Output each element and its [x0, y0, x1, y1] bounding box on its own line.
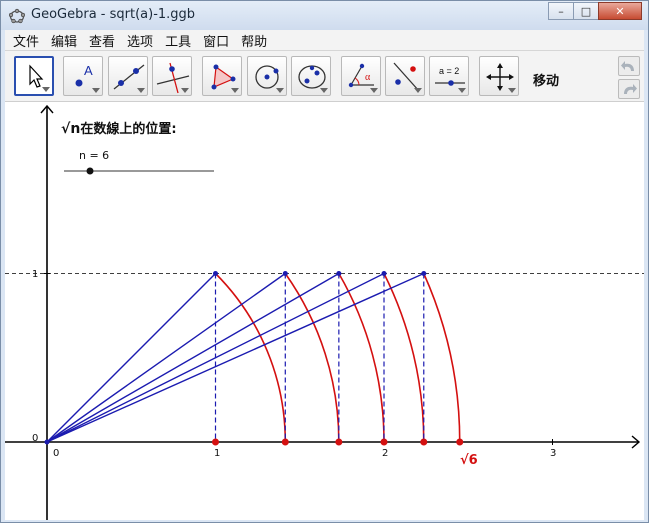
compass-arc: [284, 273, 340, 443]
slider-icon-text: a = 2: [439, 66, 459, 76]
redo-button[interactable]: [618, 79, 640, 99]
axis-point: [335, 438, 343, 446]
minimize-button[interactable]: –: [548, 2, 574, 20]
svg-text:α: α: [365, 72, 371, 83]
window-title: GeoGebra - sqrt(a)-1.ggb: [31, 7, 196, 22]
y-tick-label: 0: [32, 433, 39, 444]
axis-point: [380, 438, 388, 446]
move-tool-button[interactable]: [14, 56, 54, 96]
current-tool-label: 移动: [533, 74, 560, 89]
origin-point: [44, 439, 50, 445]
reflect-tool-button[interactable]: [385, 56, 425, 96]
undo-button[interactable]: [618, 56, 640, 76]
top-point: [421, 271, 427, 276]
point-tool-button[interactable]: A: [63, 56, 103, 96]
x-tick-label: 1: [214, 448, 221, 459]
geogebra-logo-icon: [9, 8, 25, 24]
geometry-canvas[interactable]: [5, 102, 644, 520]
conic-tool-button[interactable]: [291, 56, 331, 96]
toolbar: A α a = 2 移动: [5, 51, 644, 102]
graphics-view[interactable]: √n在数線上的位置: n = 6 1 0 0 1 2 3 √6: [5, 102, 644, 520]
top-point: [282, 271, 288, 276]
hypotenuse-segment: [46, 273, 216, 443]
compass-arc: [383, 273, 425, 443]
compass-arc: [338, 273, 385, 443]
graphics-heading: √n在数線上的位置:: [61, 118, 177, 137]
title-bar[interactable]: GeoGebra - sqrt(a)-1.ggb – □ ✕: [1, 1, 648, 30]
x-tick-label: 2: [382, 448, 389, 459]
top-point: [213, 271, 218, 276]
heading-text: 在数線上的位置:: [80, 122, 177, 137]
top-point: [381, 271, 387, 276]
menu-options[interactable]: 选项: [119, 31, 157, 50]
close-button[interactable]: ✕: [598, 2, 642, 20]
axis-point: [281, 438, 289, 446]
axis-point: [420, 438, 428, 446]
y-tick-label: 1: [32, 269, 39, 280]
menu-help[interactable]: 帮助: [233, 31, 271, 50]
app-window: GeoGebra - sqrt(a)-1.ggb – □ ✕ 文件 编辑 查看 …: [0, 0, 649, 523]
axis-point: [212, 438, 219, 446]
undo-icon: [621, 61, 634, 71]
hypotenuse-segment: [46, 272, 340, 443]
result-point: [456, 438, 464, 446]
angle-tool-button[interactable]: α: [341, 56, 381, 96]
hypotenuse-segment: [46, 272, 425, 443]
polygon-tool-button[interactable]: [202, 56, 242, 96]
svg-text:A: A: [84, 63, 93, 78]
x-tick-label: 3: [550, 448, 557, 459]
menu-tools[interactable]: 工具: [157, 31, 195, 50]
result-label: √6: [460, 453, 478, 468]
menu-bar: 文件 编辑 查看 选项 工具 窗口 帮助: [5, 30, 644, 51]
top-point: [336, 271, 342, 276]
menu-edit[interactable]: 编辑: [43, 31, 81, 50]
menu-view[interactable]: 查看: [81, 31, 119, 50]
slider-label: n = 6: [79, 149, 110, 162]
line-tool-button[interactable]: [108, 56, 148, 96]
hypotenuse-segment: [46, 272, 286, 443]
menu-file[interactable]: 文件: [5, 31, 43, 50]
move-graphics-tool-button[interactable]: [479, 56, 519, 96]
circle-tool-button[interactable]: [247, 56, 287, 96]
menu-window[interactable]: 窗口: [195, 31, 233, 50]
redo-icon: [624, 84, 637, 94]
slider-handle: [86, 167, 94, 175]
maximize-button[interactable]: □: [573, 2, 599, 20]
x-tick-label: 0: [53, 448, 60, 459]
compass-arc: [423, 273, 461, 443]
heading-radical: √n: [61, 121, 81, 137]
slider-tool-button[interactable]: a = 2: [429, 56, 469, 96]
perpendicular-tool-button[interactable]: [152, 56, 192, 96]
